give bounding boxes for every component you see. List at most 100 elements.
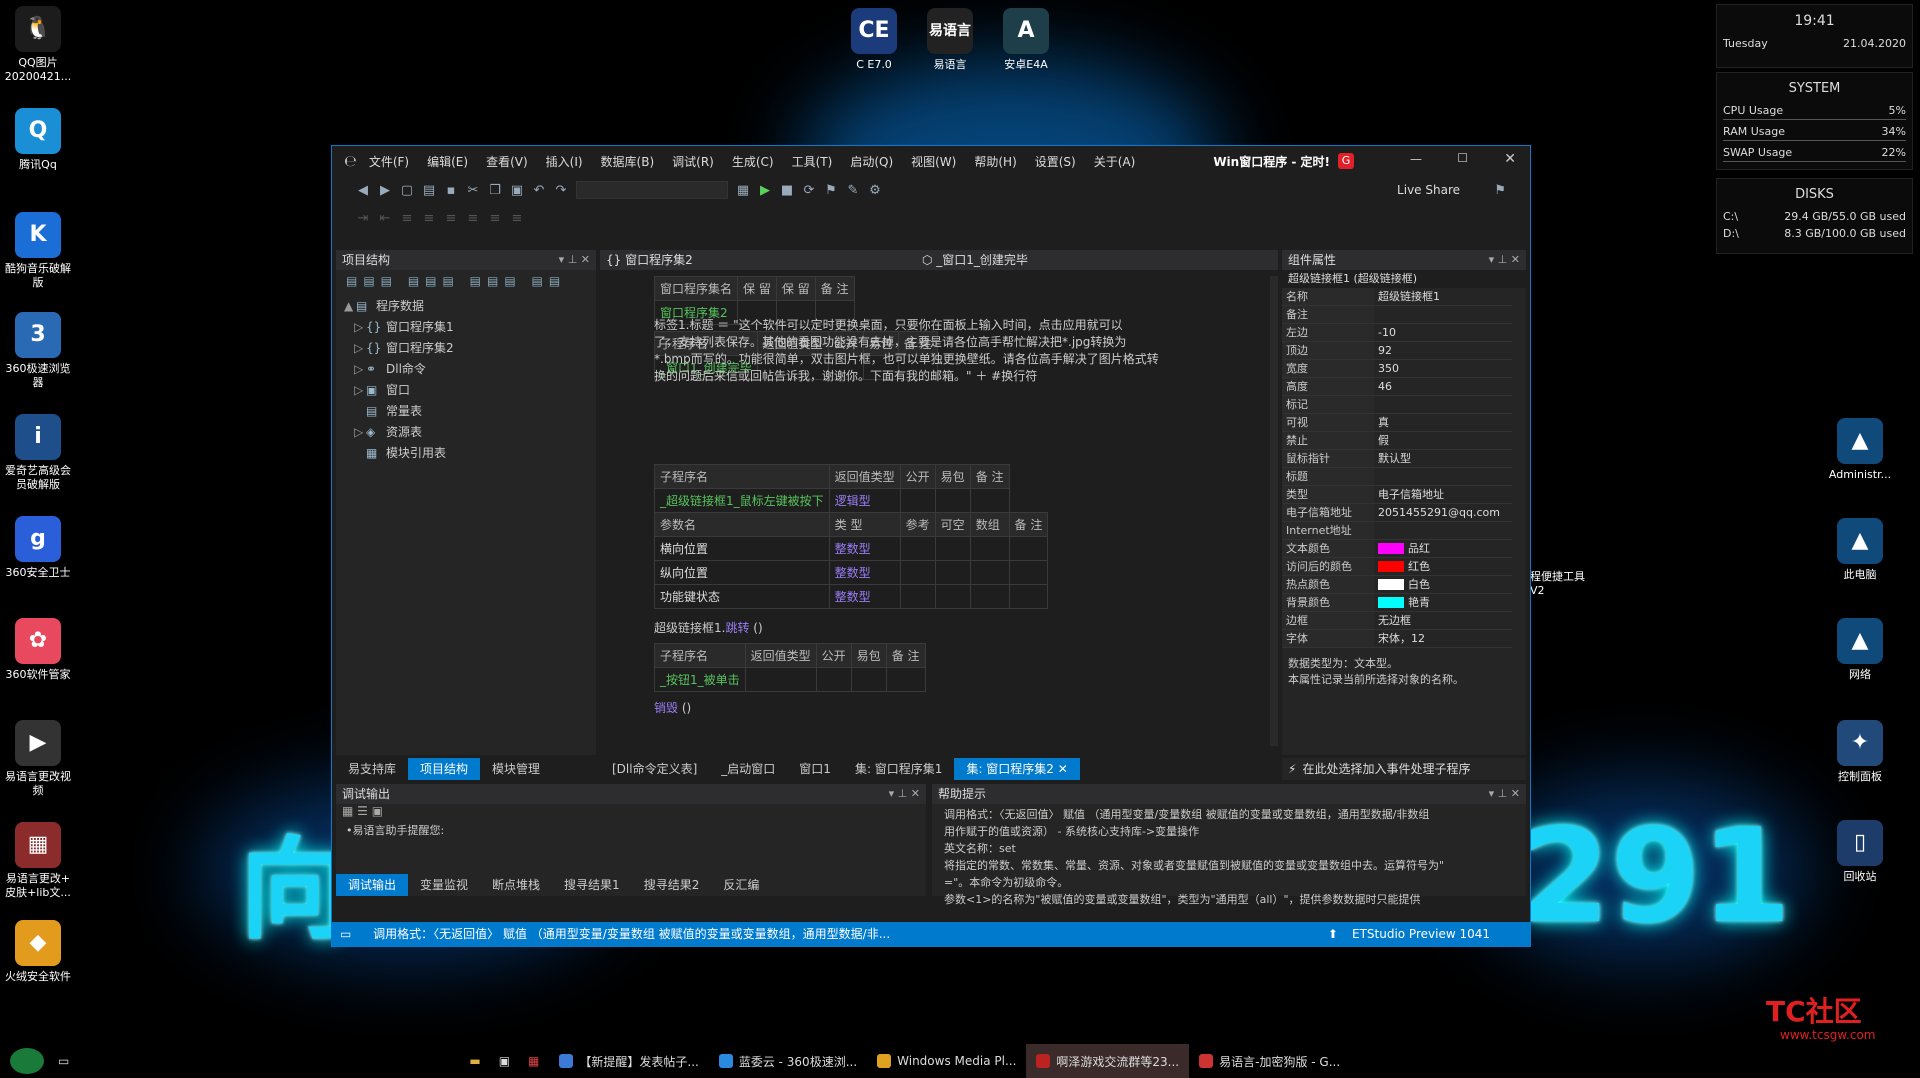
align-icon[interactable]: ≡	[444, 211, 458, 226]
property-value[interactable]: 艳青	[1374, 594, 1512, 611]
task-view-icon[interactable]: ▭	[58, 1054, 69, 1068]
property-row[interactable]: 背景颜色 艳青	[1282, 594, 1512, 612]
desktop-icon[interactable]: ▦ 易语言更改+ 皮肤+lib文...	[0, 822, 76, 900]
tree-item[interactable]: ▦ 模块引用表	[344, 443, 596, 464]
align-icon[interactable]: ≡	[400, 211, 414, 226]
align-icon[interactable]: ≡	[488, 211, 502, 226]
code-line-destroy[interactable]: 销毁 ()	[654, 699, 691, 716]
tree-item[interactable]: ▤ 常量表	[344, 401, 596, 422]
desktop-icon[interactable]: g 360安全卫士	[0, 516, 76, 580]
menu-item[interactable]: 启动(Q)	[850, 153, 893, 170]
property-value[interactable]	[1374, 306, 1512, 323]
table-cell[interactable]: 子程序名	[654, 643, 746, 668]
desktop-icon[interactable]: ▲ 此电脑	[1822, 518, 1898, 582]
property-row[interactable]: 顶边 92	[1282, 342, 1512, 360]
panel-controls-icon[interactable]: ▾ ⊥ ✕	[1489, 250, 1520, 270]
tab[interactable]: 项目结构	[408, 758, 481, 780]
desktop-icon[interactable]: A 安卓E4A	[988, 8, 1064, 72]
tab[interactable]: 调试输出	[336, 874, 409, 896]
property-value[interactable]: 电子信箱地址	[1374, 486, 1512, 503]
desktop-icon[interactable]: 3 360极速浏览 器	[0, 312, 76, 390]
property-row[interactable]: 宽度 350	[1282, 360, 1512, 378]
nav-sub-select[interactable]: ⬡ _窗口1_创建完毕	[922, 250, 1028, 270]
property-value[interactable]: 350	[1374, 360, 1512, 377]
tree-item[interactable]: ▷ ▣ 窗口	[344, 380, 596, 401]
code-line[interactable]: 了，支持列表保存。其他的看图功能没有去掉，主要是请各位高手帮忙解决把*.jpg转…	[654, 333, 1126, 350]
table-cell[interactable]: _按钮1_被单击	[654, 667, 746, 692]
tree-arrow-icon[interactable]: ▷	[354, 338, 366, 359]
table-cell[interactable]: 参数名	[654, 512, 830, 537]
property-value[interactable]: 宋体，12	[1374, 630, 1512, 647]
tab[interactable]: 变量监视	[408, 874, 480, 896]
restart-icon[interactable]: ⟳	[802, 183, 816, 198]
tree-item[interactable]: ▷{} 窗口程序集1	[344, 317, 596, 338]
close-icon[interactable]: ✕	[1054, 762, 1068, 776]
taskbar-item[interactable]: 易语言-加密狗版 - G...	[1189, 1044, 1350, 1078]
property-value[interactable]: -10	[1374, 324, 1512, 341]
desktop-icon[interactable]: i 爱奇艺高级会 员破解版	[0, 414, 76, 492]
align-icon[interactable]: ≡	[510, 211, 524, 226]
menu-item[interactable]: 设置(S)	[1035, 153, 1076, 170]
property-value[interactable]: 红色	[1374, 558, 1512, 575]
menu-item[interactable]: 工具(T)	[792, 153, 833, 170]
maximize-button[interactable]: ☐	[1457, 151, 1468, 165]
property-row[interactable]: 文本颜色 品红	[1282, 540, 1512, 558]
minimize-button[interactable]: —	[1410, 152, 1422, 166]
build-icon[interactable]: ▦	[736, 183, 750, 198]
tree-arrow-icon[interactable]: ▷	[354, 380, 366, 401]
cut-icon[interactable]: ✂	[466, 183, 480, 198]
menu-item[interactable]: 查看(V)	[486, 153, 528, 170]
indent-icon[interactable]: ⇥	[356, 211, 370, 226]
menu-item[interactable]: 视图(W)	[911, 153, 956, 170]
tree-item[interactable]: ▷ ◈ 资源表	[344, 422, 596, 443]
live-share-button[interactable]: Live Share	[1397, 183, 1460, 197]
close-button[interactable]: ✕	[1504, 151, 1516, 167]
nav-assembly-select[interactable]: {} 窗口程序集2	[606, 253, 693, 267]
component-selector[interactable]: 超级链接框1 (超级链接框)	[1282, 270, 1526, 288]
property-row[interactable]: 边框 无边框	[1282, 612, 1512, 630]
table-cell[interactable]: _超级链接框1_鼠标左键被按下	[654, 488, 830, 513]
tab[interactable]: 模块管理	[480, 758, 552, 780]
property-value[interactable]: 超级链接框1	[1374, 288, 1512, 305]
back-icon[interactable]: ◀	[356, 183, 370, 198]
property-value[interactable]: 92	[1374, 342, 1512, 359]
tab[interactable]: 集: 窗口程序集1	[843, 758, 955, 780]
file-explorer-icon[interactable]: ▬	[469, 1054, 480, 1068]
desktop-icon[interactable]: 🐧 QQ图片 20200421...	[0, 6, 76, 84]
settings-icon[interactable]: ⚙	[868, 183, 882, 198]
property-value[interactable]: 真	[1374, 414, 1512, 431]
desktop-icon[interactable]: ◆ 火绒安全软件	[0, 920, 76, 984]
run-icon[interactable]: ▶	[758, 183, 772, 198]
property-row[interactable]: 字体 宋体，12	[1282, 630, 1512, 648]
desktop-icon[interactable]: 易语言 易语言	[912, 8, 988, 72]
store-icon[interactable]: ▣	[499, 1054, 510, 1068]
panel-controls-icon[interactable]: ▾ ⊥ ✕	[559, 250, 590, 270]
event-selector[interactable]: ⚡ 在此处选择加入事件处理子程序	[1282, 758, 1526, 780]
property-value[interactable]: 2051455291@qq.com	[1374, 504, 1512, 521]
stop-icon[interactable]: ■	[780, 183, 794, 198]
code-line-call[interactable]: 超级链接框1.跳转 ()	[654, 619, 763, 636]
start-button[interactable]	[10, 1048, 44, 1074]
desktop-icon[interactable]: ▲ 网络	[1822, 618, 1898, 682]
tree-arrow-icon[interactable]: ▲	[344, 296, 356, 317]
property-row[interactable]: 访问后的颜色 红色	[1282, 558, 1512, 576]
tab[interactable]: 断点堆栈	[480, 874, 552, 896]
redo-icon[interactable]: ↷	[554, 183, 568, 198]
tree-arrow-icon[interactable]: ▷	[354, 317, 366, 338]
property-row[interactable]: 标记	[1282, 396, 1512, 414]
desktop-icon[interactable]: K 酷狗音乐破解 版	[0, 212, 76, 290]
property-row[interactable]: 鼠标指针 默认型	[1282, 450, 1512, 468]
property-row[interactable]: 可视真	[1282, 414, 1512, 432]
save-icon[interactable]: ▪	[444, 183, 458, 198]
menu-item[interactable]: 数据库(B)	[601, 153, 655, 170]
tree-item[interactable]: ▲ ▤ 程序数据	[344, 296, 596, 317]
undo-icon[interactable]: ↶	[532, 183, 546, 198]
tab[interactable]: _启动窗口	[709, 758, 787, 780]
desktop-icon[interactable]: ✦ 控制面板	[1822, 720, 1898, 784]
tab[interactable]: 反汇编	[711, 874, 771, 896]
property-row[interactable]: 标题	[1282, 468, 1512, 486]
tab[interactable]: 集: 窗口程序集2 ✕	[954, 758, 1080, 780]
menu-item[interactable]: 关于(A)	[1094, 153, 1136, 170]
align-icon[interactable]: ≡	[422, 211, 436, 226]
tab[interactable]: 易支持库	[336, 758, 408, 780]
